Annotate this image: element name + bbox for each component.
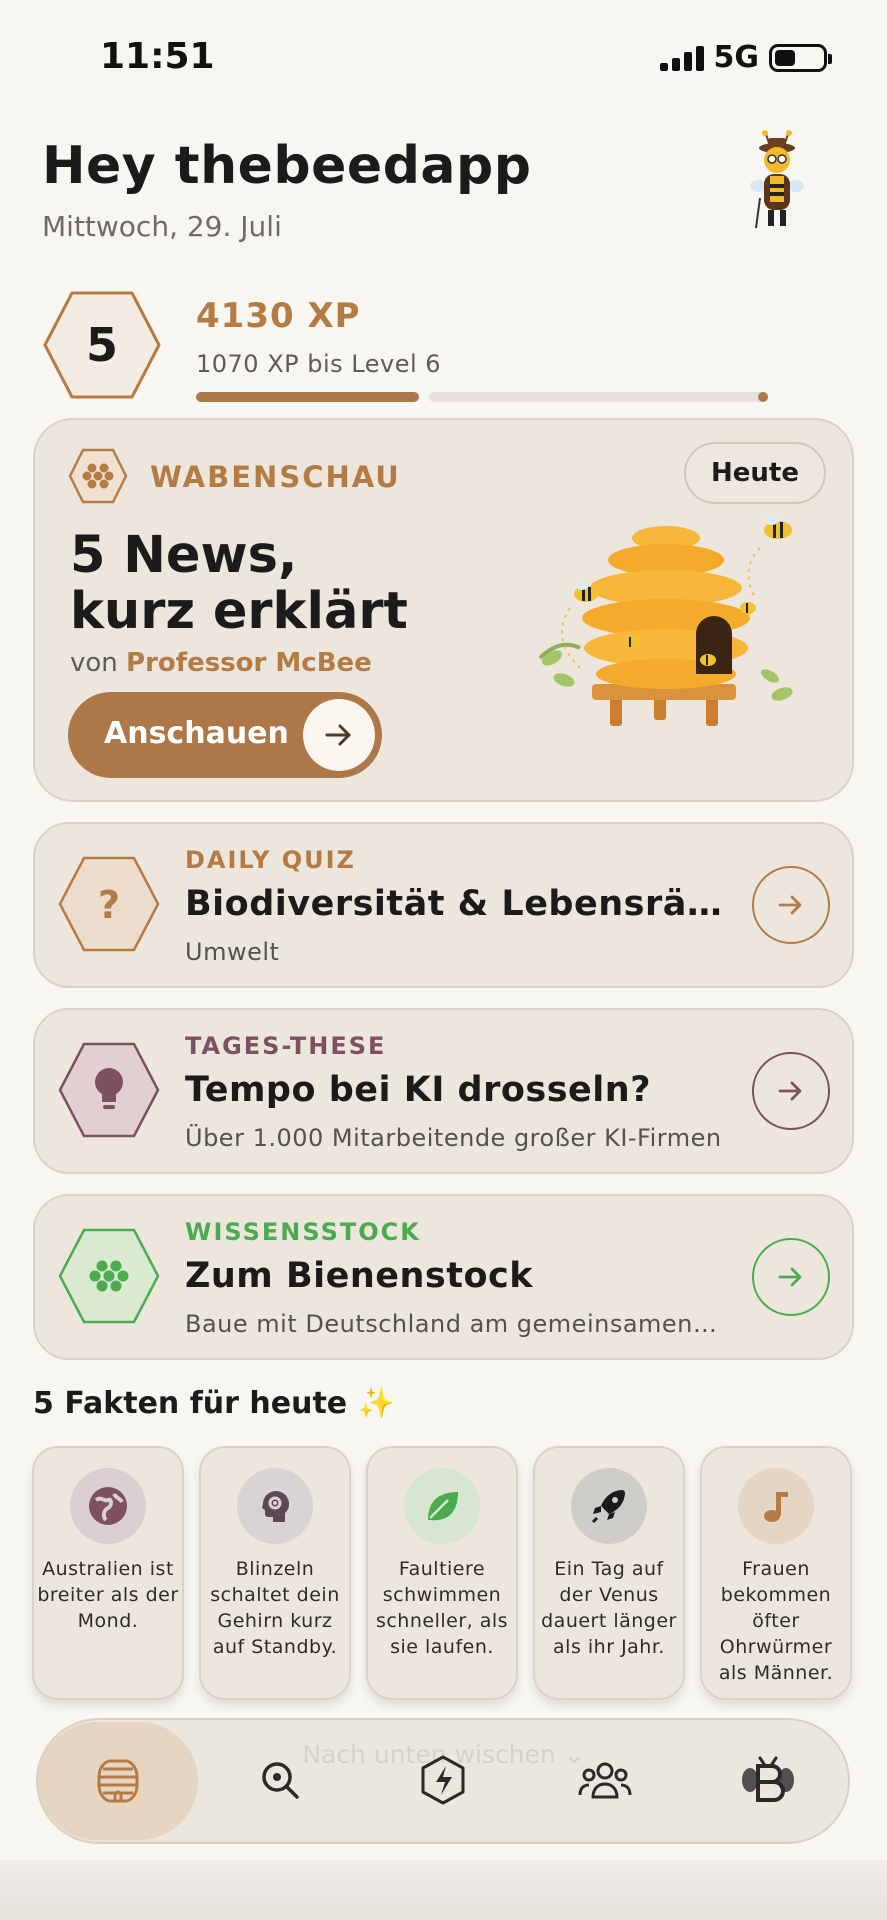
tages-these-title: Tempo bei KI drosseln? bbox=[185, 1070, 651, 1110]
honeycomb-icon bbox=[58, 1228, 160, 1324]
svg-text:?: ? bbox=[98, 883, 120, 927]
hero-title: 5 News, kurz erklärt bbox=[70, 528, 510, 640]
lightbulb-icon bbox=[58, 1042, 160, 1138]
level-number: 5 bbox=[85, 318, 118, 372]
wissensstock-subtitle: Baue mit Deutschland am gemeinsamen Wiss… bbox=[185, 1310, 725, 1338]
signal-icon bbox=[659, 45, 704, 71]
network-label: 5G bbox=[713, 40, 760, 75]
community-icon[interactable] bbox=[575, 1752, 635, 1808]
wissensstock-title: Zum Bienenstock bbox=[185, 1256, 534, 1296]
leaf-icon bbox=[404, 1468, 480, 1544]
xp-progress-goal-dot bbox=[758, 392, 768, 402]
hero-title-line-1: 5 News, bbox=[70, 526, 298, 585]
fact-text: Frauen bekommen öfter Ohrwürmer als Männ… bbox=[718, 1558, 834, 1684]
arrow-right-icon[interactable] bbox=[303, 699, 375, 771]
brain-gear-icon bbox=[237, 1468, 313, 1544]
heute-badge[interactable]: Heute bbox=[684, 442, 826, 504]
xp-to-next-level: 1070 XP bis Level 6 bbox=[196, 350, 442, 378]
page-title: Hey thebeedapp bbox=[42, 136, 532, 196]
music-note-icon bbox=[738, 1468, 814, 1544]
wissensstock-arrow-icon[interactable] bbox=[752, 1238, 830, 1316]
daily-quiz-arrow-icon[interactable] bbox=[752, 866, 830, 944]
rocket-icon bbox=[571, 1468, 647, 1544]
beehive-illustration bbox=[538, 515, 793, 726]
tages-these-arrow-icon[interactable] bbox=[752, 1052, 830, 1130]
hero-title-line-2: kurz erklärt bbox=[70, 582, 408, 641]
bee-profile-icon[interactable] bbox=[738, 1752, 798, 1808]
honeycomb-icon bbox=[68, 448, 128, 504]
byline-prefix: von bbox=[70, 648, 118, 678]
fact-text: Ein Tag auf der Venus dauert länger als … bbox=[541, 1558, 677, 1658]
byline-author: Professor McBee bbox=[126, 648, 372, 678]
lightning-hexagon-icon[interactable] bbox=[413, 1752, 473, 1808]
globe-icon bbox=[70, 1468, 146, 1544]
home-indicator-area bbox=[0, 1860, 887, 1920]
xp-progress-fill bbox=[196, 392, 419, 402]
hero-byline: von Professor McBee bbox=[70, 648, 372, 678]
professor-bee-avatar[interactable] bbox=[748, 128, 806, 232]
daily-quiz-eyebrow: DAILY QUIZ bbox=[185, 846, 356, 874]
facts-section-title: 5 Fakten für heute ✨ bbox=[33, 1386, 395, 1421]
xp-total: 4130 XP bbox=[196, 296, 361, 336]
tages-these-eyebrow: TAGES-THESE bbox=[185, 1032, 387, 1060]
daily-quiz-title: Biodiversität & Lebensräume bbox=[185, 884, 730, 924]
fact-text: Faultiere schwimmen schneller, als sie l… bbox=[375, 1558, 509, 1658]
fact-text: Blinzeln schaltet dein Gehirn kurz auf S… bbox=[210, 1558, 340, 1658]
search-icon[interactable] bbox=[250, 1752, 310, 1808]
xp-progress-track bbox=[429, 392, 768, 402]
fact-text: Australien ist breiter als der Mond. bbox=[37, 1558, 179, 1632]
battery-icon bbox=[769, 43, 832, 72]
wissensstock-eyebrow: WISSENSSTOCK bbox=[185, 1218, 421, 1246]
date-label: Mittwoch, 29. Juli bbox=[42, 210, 282, 243]
question-icon: ? bbox=[58, 856, 160, 952]
tages-these-subtitle: Über 1.000 Mitarbeitende großer KI-Firme… bbox=[185, 1124, 722, 1152]
wabenschau-label: WABENSCHAU bbox=[150, 460, 401, 494]
daily-quiz-subtitle: Umwelt bbox=[185, 938, 280, 966]
hive-icon[interactable] bbox=[88, 1752, 148, 1808]
status-time: 11:51 bbox=[100, 36, 215, 77]
status-indicators: 5G bbox=[659, 40, 832, 75]
anschauen-button-label[interactable]: Anschauen bbox=[104, 716, 289, 751]
